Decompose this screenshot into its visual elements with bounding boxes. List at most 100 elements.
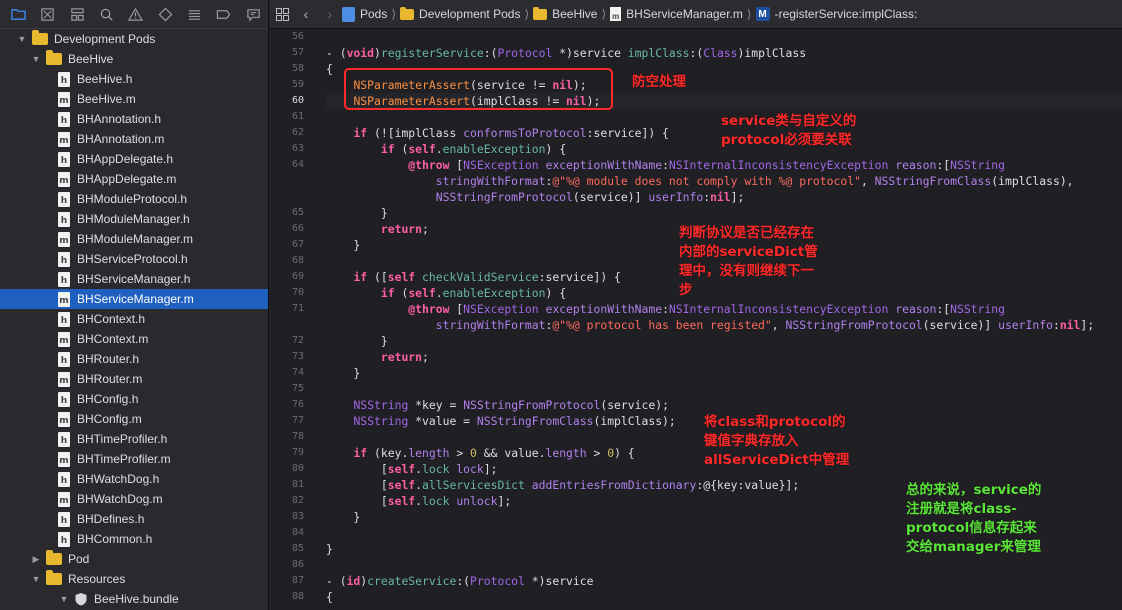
code-token: nil — [1059, 318, 1081, 332]
disclosure-closed-icon[interactable]: ▶ — [30, 554, 42, 565]
code-token: @throw — [408, 302, 450, 316]
line-number: 80 — [291, 463, 304, 474]
tree-item[interactable]: m BHServiceManager.m — [0, 289, 268, 309]
code-token: self — [387, 478, 416, 492]
code-token: stringWithFormat — [435, 318, 546, 332]
code-line[interactable]: } — [326, 205, 1122, 221]
tree-item[interactable]: ▼ BeeHive.bundle — [0, 589, 268, 609]
source-editor[interactable]: 56 57 58 59 60 61 62 63 64 65 66 67 68 69 70 71 72 73 74 75… — [270, 29, 1122, 610]
code-line[interactable]: - (void)registerService:(Protocol *)serv… — [326, 45, 1122, 61]
tree-item-label: BHRouter.h — [77, 352, 140, 366]
tree-item[interactable]: h BHModuleManager.h — [0, 209, 268, 229]
tree-item[interactable]: ▼ Resources — [0, 569, 268, 589]
tree-item[interactable]: m BHRouter.m — [0, 369, 268, 389]
tree-item[interactable]: m BHModuleManager.m — [0, 229, 268, 249]
code-line[interactable] — [326, 29, 1122, 45]
tree-item[interactable]: h BHModuleProtocol.h — [0, 189, 268, 209]
tree-item[interactable]: h BHServiceManager.h — [0, 269, 268, 289]
tree-item[interactable]: h BHServiceProtocol.h — [0, 249, 268, 269]
jump-item-file[interactable]: m BHServiceManager.m — [610, 0, 743, 29]
code-token: self — [408, 286, 436, 300]
code-line[interactable]: } — [326, 333, 1122, 349]
test-icon[interactable] — [151, 0, 180, 29]
report-icon[interactable] — [239, 0, 268, 29]
code-line[interactable] — [326, 381, 1122, 397]
objc-file-icon: m — [58, 411, 70, 427]
code-token: { — [326, 62, 333, 76]
code-token: - ( — [326, 574, 347, 588]
line-number: 88 — [291, 591, 304, 602]
folder-icon[interactable] — [4, 0, 33, 29]
tree-item[interactable]: m BHAnnotation.m — [0, 129, 268, 149]
code-line[interactable]: return; — [326, 349, 1122, 365]
code-line[interactable]: } — [326, 365, 1122, 381]
code-line[interactable]: @throw [NSException exceptionWithName:NS… — [326, 301, 1122, 317]
objc-file-icon: m — [58, 171, 70, 187]
tree-item[interactable]: ▼ Development Pods — [0, 29, 268, 49]
tree-item[interactable]: m BHConfig.m — [0, 409, 268, 429]
line-number-gutter[interactable]: 56 57 58 59 60 61 62 63 64 65 66 67 68 69 70 71 72 73 74 75… — [270, 29, 312, 610]
code-line[interactable]: { — [326, 589, 1122, 605]
tree-item[interactable]: h BHAppDelegate.h — [0, 149, 268, 169]
header-file-icon: h — [58, 151, 70, 167]
disclosure-open-icon[interactable]: ▼ — [30, 54, 42, 64]
tree-item[interactable]: ▶ Pod — [0, 549, 268, 569]
tree-item[interactable]: h BHContext.h — [0, 309, 268, 329]
line-number: 58 — [291, 63, 304, 74]
code-token: :@{key:value}]; — [696, 478, 800, 492]
tree-item[interactable]: h BHCommon.h — [0, 529, 268, 549]
code-line[interactable]: @throw [NSException exceptionWithName:NS… — [326, 157, 1122, 173]
tree-item[interactable]: h BHDefines.h — [0, 509, 268, 529]
code-token: [ — [326, 462, 388, 476]
tree-item-label: Development Pods — [54, 32, 156, 46]
breakpoint-icon[interactable] — [209, 0, 238, 29]
back-arrow-icon[interactable]: ‹ — [294, 0, 318, 29]
jump-item-beehive[interactable]: BeeHive — [533, 0, 597, 29]
tree-item[interactable]: h BHTimeProfiler.h — [0, 429, 268, 449]
tree-item[interactable]: m BHAppDelegate.m — [0, 169, 268, 189]
search-icon[interactable] — [92, 0, 121, 29]
code-line[interactable]: NSString *key = NSStringFromProtocol(ser… — [326, 397, 1122, 413]
jump-item-method[interactable]: M -registerService:implClass: — [755, 0, 917, 29]
code-line[interactable]: NSStringFromProtocol(service)] userInfo:… — [326, 189, 1122, 205]
tree-item[interactable]: m BHContext.m — [0, 329, 268, 349]
tree-item[interactable]: h BeeHive.h — [0, 69, 268, 89]
nil-check-highlight-box — [344, 68, 613, 110]
folder-icon — [46, 550, 62, 565]
disclosure-open-icon[interactable]: ▼ — [58, 594, 70, 604]
jump-item-development-pods[interactable]: Development Pods — [400, 0, 520, 29]
related-items-icon[interactable] — [270, 0, 294, 29]
warning-icon[interactable] — [121, 0, 150, 29]
disclosure-open-icon[interactable]: ▼ — [30, 574, 42, 584]
code-line[interactable]: stringWithFormat:@"%@ module does not co… — [326, 173, 1122, 189]
disclosure-open-icon[interactable]: ▼ — [16, 34, 28, 44]
line-number: 85 — [291, 543, 304, 554]
code-token: self — [408, 142, 436, 156]
tree-item[interactable]: h BHAnnotation.h — [0, 109, 268, 129]
line-number: 61 — [291, 111, 304, 122]
code-line[interactable]: - (id)createService:(Protocol *)service — [326, 573, 1122, 589]
folder-icon — [400, 6, 415, 20]
code-line[interactable] — [326, 557, 1122, 573]
code-token: reason — [895, 302, 937, 316]
debug-icon[interactable] — [180, 0, 209, 29]
source-control-icon[interactable] — [33, 0, 62, 29]
tree-item[interactable]: h BHRouter.h — [0, 349, 268, 369]
hierarchy-icon[interactable] — [63, 0, 92, 29]
code-token: self — [387, 462, 416, 476]
tree-item[interactable]: m BeeHive.m — [0, 89, 268, 109]
code-token: length — [408, 446, 450, 460]
code-token: NSString — [353, 398, 409, 412]
code-line[interactable]: stringWithFormat: @"%@ protocol has been … — [326, 317, 1122, 333]
tree-item[interactable]: h BHWatchDog.h — [0, 469, 268, 489]
jump-item-pods[interactable]: Pods — [342, 0, 387, 29]
tree-item[interactable]: m BHWatchDog.m — [0, 489, 268, 509]
tree-item[interactable]: m BHTimeProfiler.m — [0, 449, 268, 469]
tree-item-label: BHRouter.m — [77, 372, 143, 386]
tree-item[interactable]: h BHConfig.h — [0, 389, 268, 409]
forward-arrow-icon[interactable]: › — [318, 0, 342, 29]
tree-item[interactable]: ▼ BeeHive — [0, 49, 268, 69]
code-token: userInfo — [998, 318, 1053, 332]
